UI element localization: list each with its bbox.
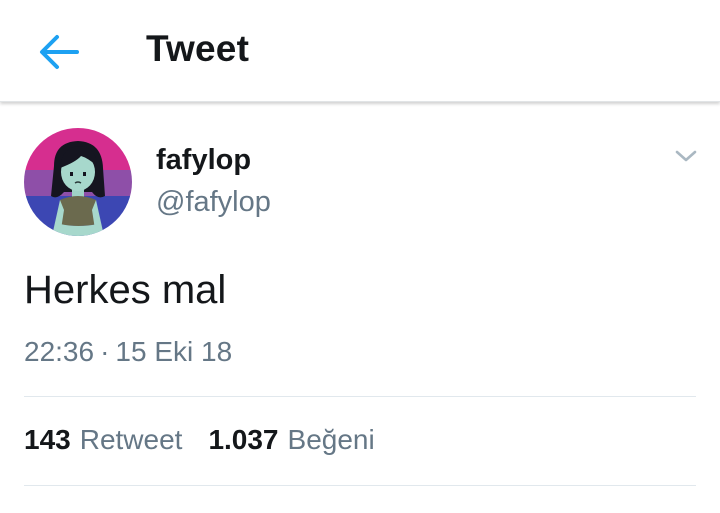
display-name[interactable]: fafylop: [156, 144, 251, 177]
divider: [24, 396, 696, 397]
chevron-down-icon: [675, 150, 697, 162]
retweets-label: Retweet: [79, 424, 183, 455]
tweet-timestamp[interactable]: 22:36 · 15 Eki 18: [24, 336, 232, 368]
divider: [24, 485, 696, 486]
back-button[interactable]: [34, 30, 84, 74]
avatar[interactable]: [24, 128, 132, 236]
retweets-count: 143: [24, 424, 71, 455]
likes-stat[interactable]: 1.037 Beğeni: [208, 424, 374, 456]
page-title: Tweet: [146, 28, 250, 69]
likes-count: 1.037: [208, 424, 279, 455]
likes-label: Beğeni: [287, 424, 375, 455]
separator: ·: [100, 336, 110, 367]
avatar-cartoon-girl: [24, 128, 132, 236]
tweet-menu-button[interactable]: [670, 140, 702, 172]
user-handle[interactable]: @fafylop: [156, 186, 271, 219]
tweet-date: 15 Eki 18: [115, 336, 233, 367]
top-app-bar: Tweet: [0, 0, 720, 102]
tweet-stats: 143 Retweet 1.037 Beğeni: [24, 424, 375, 456]
tweet-text: Herkes mal: [24, 268, 227, 312]
arrow-left-icon: [40, 35, 79, 69]
tweet-time: 22:36: [24, 336, 95, 367]
retweets-stat[interactable]: 143 Retweet: [24, 424, 182, 456]
